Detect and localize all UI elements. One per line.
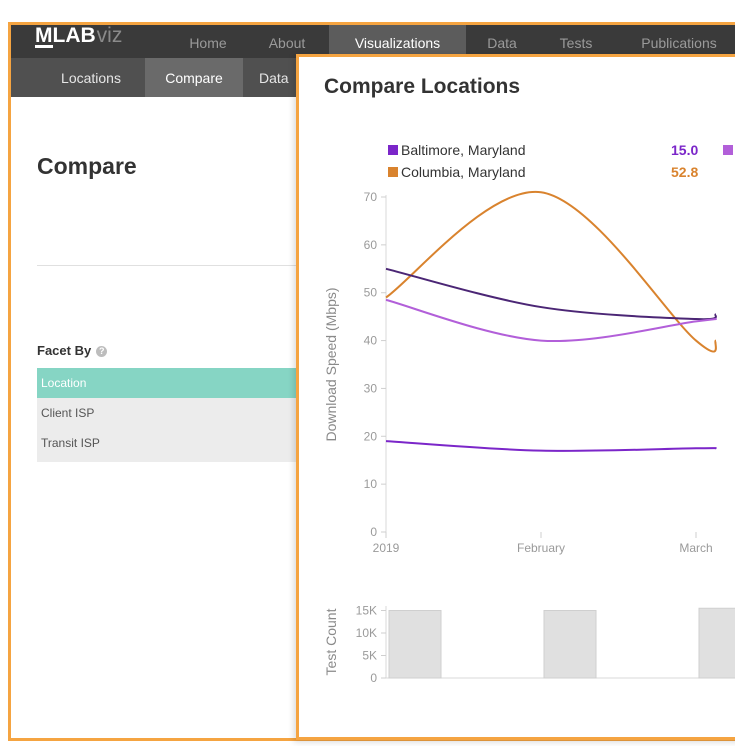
count-bar xyxy=(543,610,597,679)
logo-bold-rest: LAB xyxy=(52,24,96,47)
divider xyxy=(37,265,307,266)
y-tick-label: 30 xyxy=(364,381,378,395)
nav-item-home[interactable]: Home xyxy=(181,25,235,58)
subnav-item-compare[interactable]: Compare xyxy=(145,58,243,97)
y-tick-label: 10 xyxy=(364,477,378,491)
logo[interactable]: M LAB viz xyxy=(35,24,123,55)
facet-option-transit-isp[interactable]: Transit ISP xyxy=(37,428,309,462)
subnav-item-locations[interactable]: Locations xyxy=(41,58,141,97)
count-bar xyxy=(698,607,735,679)
y-tick-label: 50 xyxy=(364,286,378,300)
count-y-tick-label: 10K xyxy=(356,626,377,640)
y-tick-label: 60 xyxy=(364,238,378,252)
facet-option-location[interactable]: Location xyxy=(37,368,309,398)
count-y-axis-title: Test Count xyxy=(323,608,339,675)
series-line xyxy=(385,440,717,452)
y-tick-label: 0 xyxy=(370,525,377,539)
count-y-tick-label: 15K xyxy=(356,604,377,618)
series-line xyxy=(385,267,717,321)
x-tick-label: 2019 xyxy=(373,541,400,555)
facet-option-client-isp[interactable]: Client ISP xyxy=(37,398,309,428)
y-axis-title: Download Speed (Mbps) xyxy=(323,287,339,441)
x-tick-label: March xyxy=(679,541,712,555)
download-speed-chart: 0 10 20 30 40 50 60 70 Download Speed (Mbps) 2019… xyxy=(323,190,735,685)
count-y-tick-label: 0 xyxy=(370,671,377,685)
logo-bold: M xyxy=(35,24,53,48)
x-tick-label: February xyxy=(517,541,565,555)
facet-by-label: Facet By? xyxy=(37,343,108,358)
series-line xyxy=(385,191,717,353)
page-title: Compare xyxy=(37,153,137,179)
count-bar xyxy=(388,610,442,679)
question-circle-icon[interactable]: ? xyxy=(96,346,108,357)
count-y-tick-label: 5K xyxy=(362,649,377,663)
y-tick-label: 70 xyxy=(364,190,378,204)
y-tick-label: 40 xyxy=(364,334,378,348)
facet-by-text: Facet By xyxy=(37,343,92,358)
compare-locations-panel: Compare Locations Baltimore, Maryland 15… xyxy=(296,54,735,740)
logo-light: viz xyxy=(96,24,123,47)
y-tick-label: 20 xyxy=(364,429,378,443)
